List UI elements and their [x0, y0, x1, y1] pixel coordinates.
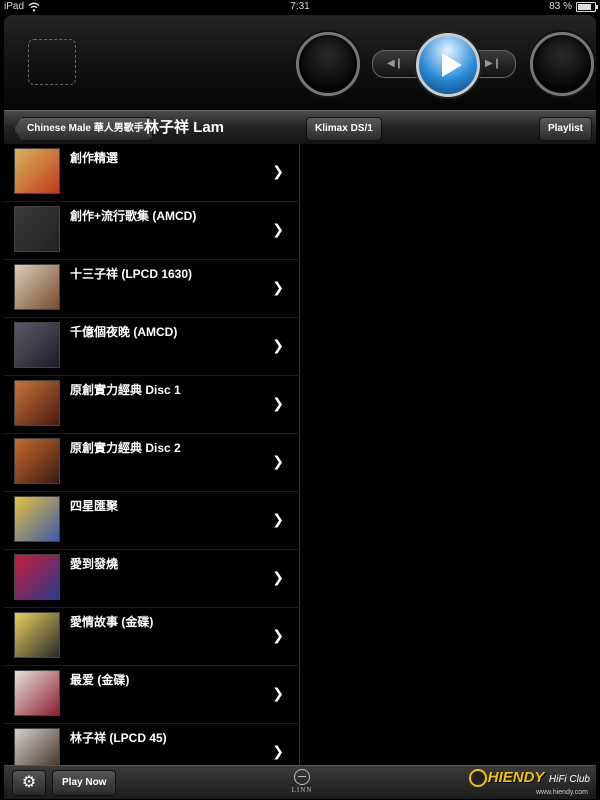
list-item[interactable]: 原創實力經典 Disc 1 ❯ — [4, 376, 298, 434]
list-item[interactable]: 四星匯聚 ❯ — [4, 492, 298, 550]
position-knob[interactable] — [530, 32, 594, 96]
album-list: 創作精選 ❯ 創作+流行歌集 (AMCD) ❯ 十三子祥 (LPCD 1630)… — [4, 144, 298, 765]
album-cover — [14, 264, 60, 310]
play-icon — [442, 53, 462, 77]
list-item[interactable]: 創作精選 ❯ — [4, 144, 298, 202]
watermark-sub: HiFi Club — [548, 774, 590, 786]
list-item[interactable]: 愛情故事 (金碟) ❯ — [4, 608, 298, 666]
now-playing-artwork[interactable] — [28, 39, 76, 85]
album-cover — [14, 670, 60, 716]
watermark-brand: HIENDY — [487, 769, 545, 787]
play-now-button[interactable]: Play Now — [52, 770, 117, 796]
skip-next-icon[interactable]: ▶❙ — [485, 57, 501, 71]
album-cover — [14, 612, 60, 658]
album-cover — [14, 554, 60, 600]
list-item[interactable]: 千億個夜晚 (AMCD) ❯ — [4, 318, 298, 376]
album-cover — [14, 206, 60, 252]
settings-button[interactable]: ⚙ — [12, 770, 46, 796]
watermark-url: www.hiendy.com — [535, 789, 588, 796]
album-cover — [14, 148, 60, 194]
status-bar: iPad 7:31 83 % — [0, 0, 600, 14]
chevron-right-icon: ❯ — [272, 627, 284, 643]
device-button[interactable]: Klimax DS/1 — [306, 117, 382, 141]
navigation-bar: Chinese Male 華人男歌手 林子祥 Lam Klimax DS/1 P… — [4, 110, 596, 145]
album-title: 原創實力經典 Disc 1 — [70, 383, 181, 397]
album-title: 愛情故事 (金碟) — [70, 615, 154, 629]
list-item[interactable]: 愛到發燒 ❯ — [4, 550, 298, 608]
chevron-right-icon: ❯ — [272, 569, 284, 585]
chevron-right-icon: ❯ — [272, 395, 284, 411]
playlist-button[interactable]: Playlist — [538, 117, 592, 141]
list-item[interactable]: 十三子祥 (LPCD 1630) ❯ — [4, 260, 298, 318]
battery-icon — [576, 1, 598, 12]
chevron-right-icon: ❯ — [272, 163, 284, 179]
watermark-logo-icon — [468, 769, 487, 787]
album-title: 創作+流行歌集 (AMCD) — [70, 209, 197, 223]
transport-bar: ◀❙ ▶❙ — [4, 15, 596, 109]
album-cover — [14, 380, 60, 426]
list-item[interactable]: 原創實力經典 Disc 2 ❯ — [4, 434, 298, 492]
page-title: 林子祥 Lam — [144, 119, 225, 136]
album-title: 十三子祥 (LPCD 1630) — [70, 267, 193, 281]
back-button[interactable]: Chinese Male 華人男歌手 — [14, 117, 153, 141]
watermark: HIENDY HiFi Club www.hiendy.com — [468, 769, 590, 796]
linn-logo: LINN — [287, 769, 317, 794]
clock: 7:31 — [290, 1, 310, 12]
album-title: 最爱 (金碟) — [70, 673, 130, 687]
chevron-right-icon: ❯ — [272, 453, 284, 469]
album-title: 創作精選 — [70, 151, 119, 165]
chevron-right-icon: ❯ — [272, 221, 284, 237]
album-cover — [14, 438, 60, 484]
linn-logo-text: LINN — [291, 786, 313, 794]
skip-previous-icon[interactable]: ◀❙ — [387, 57, 403, 71]
list-item[interactable]: 最爱 (金碟) ❯ — [4, 666, 298, 724]
chevron-right-icon: ❯ — [272, 743, 284, 759]
album-title: 林子祥 (LPCD 45) — [70, 731, 167, 745]
album-cover — [14, 496, 60, 542]
battery-percent: 83 % — [549, 1, 572, 12]
list-item[interactable]: 林子祥 (LPCD 45) ❯ — [4, 724, 298, 765]
album-cover — [14, 728, 60, 765]
bottom-toolbar: ⚙ Play Now LINN HIENDY HiFi Club www.hie… — [4, 765, 596, 799]
album-title: 四星匯聚 — [70, 499, 119, 513]
album-title: 原創實力經典 Disc 2 — [70, 441, 181, 455]
play-button[interactable] — [416, 33, 480, 97]
chevron-right-icon: ❯ — [272, 511, 284, 527]
linn-logo-icon — [294, 769, 310, 785]
album-cover — [14, 322, 60, 368]
chevron-right-icon: ❯ — [272, 337, 284, 353]
album-title: 千億個夜晚 (AMCD) — [70, 325, 178, 339]
chevron-right-icon: ❯ — [272, 279, 284, 295]
list-item[interactable]: 創作+流行歌集 (AMCD) ❯ — [4, 202, 298, 260]
detail-pane — [299, 144, 597, 765]
album-title: 愛到發燒 — [70, 557, 119, 571]
volume-knob[interactable] — [296, 32, 360, 96]
gear-icon: ⚙ — [21, 774, 37, 791]
chevron-right-icon: ❯ — [272, 685, 284, 701]
